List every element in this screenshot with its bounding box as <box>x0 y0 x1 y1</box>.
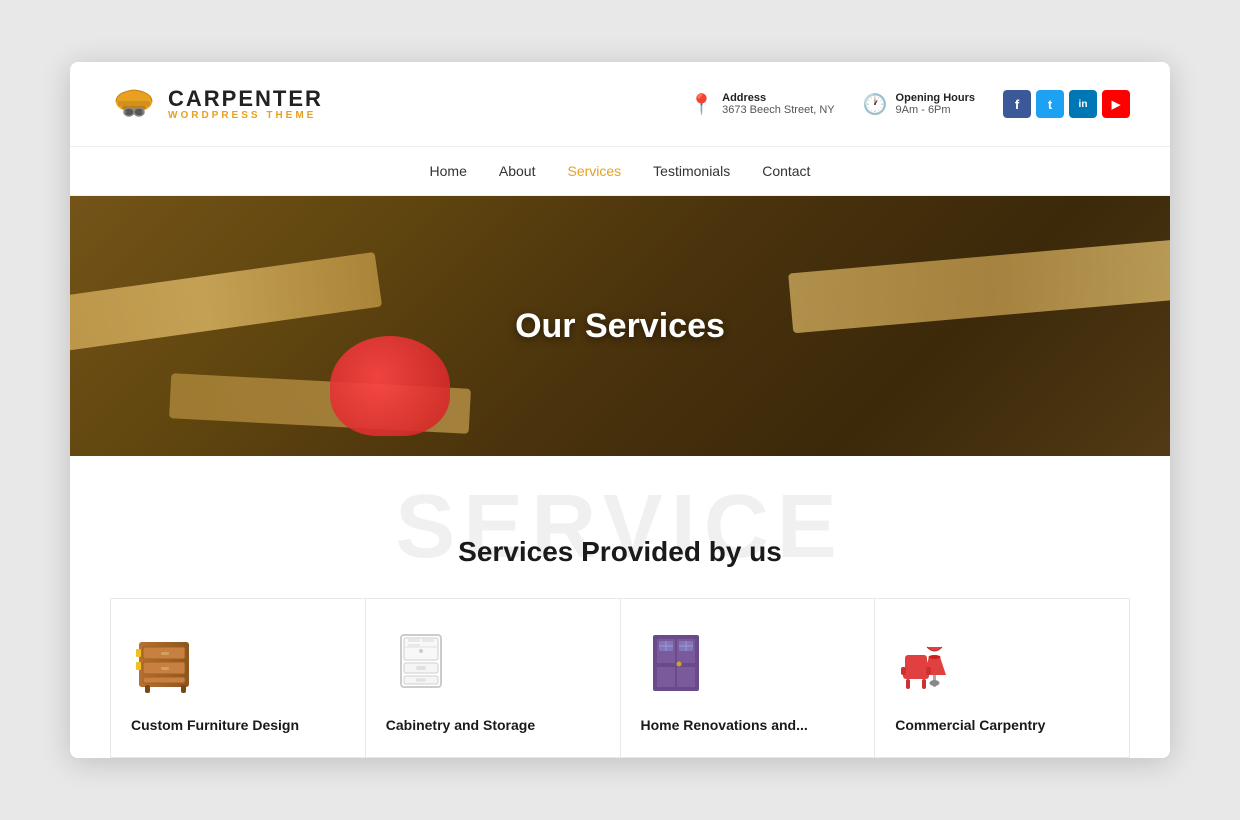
linkedin-button[interactable]: in <box>1069 90 1097 118</box>
hours-value: 9Am - 6Pm <box>896 104 975 116</box>
tool-decoration <box>330 336 450 436</box>
hero-banner: Our Services <box>70 196 1170 456</box>
nav-testimonials[interactable]: Testimonials <box>653 161 730 181</box>
logo-title: CARPENTER <box>168 88 323 110</box>
site-header: CARPENTER WORDPRESS THEME 📍 Address 3673… <box>70 62 1170 147</box>
service-card-cabinet: Cabinetry and Storage <box>365 598 620 758</box>
furniture-icon <box>131 627 201 697</box>
card-title-furniture: Custom Furniture Design <box>131 717 299 733</box>
nav-home[interactable]: Home <box>430 161 467 181</box>
address-value: 3673 Beech Street, NY <box>722 104 835 116</box>
plank-decoration-1 <box>70 252 382 355</box>
service-card-commercial: Commercial Carpentry <box>874 598 1130 758</box>
services-heading: Services Provided by us <box>110 536 1130 568</box>
logo-text-block: CARPENTER WORDPRESS THEME <box>168 88 323 121</box>
hero-title: Our Services <box>515 307 725 346</box>
social-icons: f t in ▶ <box>1003 90 1130 118</box>
site-nav: Home About Services Testimonials Contact <box>70 147 1170 196</box>
hours-info: 🕐 Opening Hours 9Am - 6Pm <box>863 92 975 117</box>
logo-icon <box>110 80 158 128</box>
nav-contact[interactable]: Contact <box>762 161 810 181</box>
card-title-renovation: Home Renovations and... <box>641 717 808 733</box>
service-card-furniture: Custom Furniture Design <box>110 598 365 758</box>
clock-icon: 🕐 <box>863 92 888 117</box>
chair-icon <box>895 627 965 697</box>
cabinet-icon <box>386 627 456 697</box>
services-cards: Custom Furniture Design <box>110 598 1130 758</box>
logo-area: CARPENTER WORDPRESS THEME <box>110 80 323 128</box>
address-label: Address <box>722 92 835 104</box>
youtube-button[interactable]: ▶ <box>1102 90 1130 118</box>
header-info: 📍 Address 3673 Beech Street, NY 🕐 Openin… <box>689 90 1130 118</box>
service-card-renovation: Home Renovations and... <box>620 598 875 758</box>
logo-subtitle: WORDPRESS THEME <box>168 110 323 121</box>
nav-about[interactable]: About <box>499 161 536 181</box>
door-icon <box>641 627 711 697</box>
location-icon: 📍 <box>689 92 714 117</box>
facebook-button[interactable]: f <box>1003 90 1031 118</box>
card-title-cabinet: Cabinetry and Storage <box>386 717 535 733</box>
services-section: SERVICE Services Provided by us <box>70 456 1170 758</box>
twitter-button[interactable]: t <box>1036 90 1064 118</box>
hours-label: Opening Hours <box>896 92 975 104</box>
card-title-commercial: Commercial Carpentry <box>895 717 1045 733</box>
plank-decoration-2 <box>788 239 1170 334</box>
services-wrapper: SERVICE Services Provided by us <box>110 496 1130 568</box>
nav-services[interactable]: Services <box>567 161 621 181</box>
address-info: 📍 Address 3673 Beech Street, NY <box>689 92 834 117</box>
browser-window: CARPENTER WORDPRESS THEME 📍 Address 3673… <box>70 62 1170 758</box>
